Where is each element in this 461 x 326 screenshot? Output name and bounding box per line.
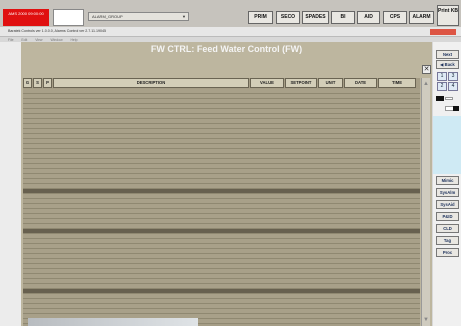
- sysalm-button[interactable]: SysAlm: [436, 188, 459, 197]
- proc-button[interactable]: Proc: [436, 248, 459, 257]
- color-swatch-black[interactable]: [436, 96, 444, 101]
- col-setpoint[interactable]: SETPOINT: [285, 78, 317, 88]
- col-description[interactable]: DESCRIPTION: [53, 78, 249, 88]
- col-g[interactable]: G: [23, 78, 32, 88]
- spades-button[interactable]: SPADES: [302, 11, 329, 24]
- group-select-value: ALARM_GROUP: [92, 14, 123, 19]
- col-unit[interactable]: UNIT: [318, 78, 343, 88]
- left-gutter: [0, 42, 21, 326]
- alarm-indicator[interactable]: AMS 2000 09:00:00: [3, 9, 49, 26]
- back-button[interactable]: ◀ Back: [436, 60, 459, 69]
- vertical-scrollbar[interactable]: ▲ ▼: [421, 78, 430, 326]
- taskbar-preview: [28, 318, 198, 326]
- prim-button[interactable]: PRIM: [248, 11, 273, 24]
- page-2-button[interactable]: 2: [437, 82, 447, 91]
- color-swatch-dark: [453, 106, 459, 111]
- cld-button[interactable]: CLD: [436, 224, 459, 233]
- sidebar-info-area: [433, 116, 461, 174]
- tag-button[interactable]: Tag: [436, 236, 459, 245]
- page-3-button[interactable]: 3: [448, 72, 458, 81]
- group-select[interactable]: ALARM_GROUP ▼: [88, 12, 189, 21]
- sysaid-button[interactable]: SysAid: [436, 200, 459, 209]
- alarm-button[interactable]: ALARM: [409, 11, 434, 24]
- app-title: Baratek Controls ver 1.0.0.0, Alarms Con…: [8, 29, 107, 33]
- col-p[interactable]: P: [43, 78, 52, 88]
- seco-button[interactable]: SECO: [276, 11, 300, 24]
- col-time[interactable]: TIME: [378, 78, 416, 88]
- scroll-up-icon[interactable]: ▲: [422, 80, 430, 88]
- bi-button[interactable]: BI: [331, 11, 355, 24]
- print-kb-button[interactable]: Print KB: [437, 5, 459, 26]
- aid-button[interactable]: AID: [357, 11, 380, 24]
- col-s[interactable]: S: [33, 78, 42, 88]
- scroll-down-icon[interactable]: ▼: [422, 316, 430, 324]
- mimic-button[interactable]: Mimic: [436, 176, 459, 185]
- page-4-button[interactable]: 4: [448, 82, 458, 91]
- cps-button[interactable]: CPS: [383, 11, 407, 24]
- chevron-down-icon: ▼: [182, 14, 186, 19]
- pid-button[interactable]: P&ID: [436, 212, 459, 221]
- next-button[interactable]: Next: [436, 50, 459, 59]
- table-header: G S P DESCRIPTION VALUE SETPOINT UNIT DA…: [23, 78, 420, 88]
- color-swatch-white[interactable]: [445, 97, 453, 100]
- panel-title: FW CTRL: Feed Water Control (FW): [150, 44, 303, 54]
- page-1-button[interactable]: 1: [437, 72, 447, 81]
- status-box: [53, 9, 84, 26]
- table-rows: [23, 89, 420, 324]
- close-icon[interactable]: ✕: [422, 65, 431, 74]
- window-controls[interactable]: [430, 29, 456, 35]
- col-value[interactable]: VALUE: [250, 78, 284, 88]
- col-date[interactable]: DATE: [344, 78, 377, 88]
